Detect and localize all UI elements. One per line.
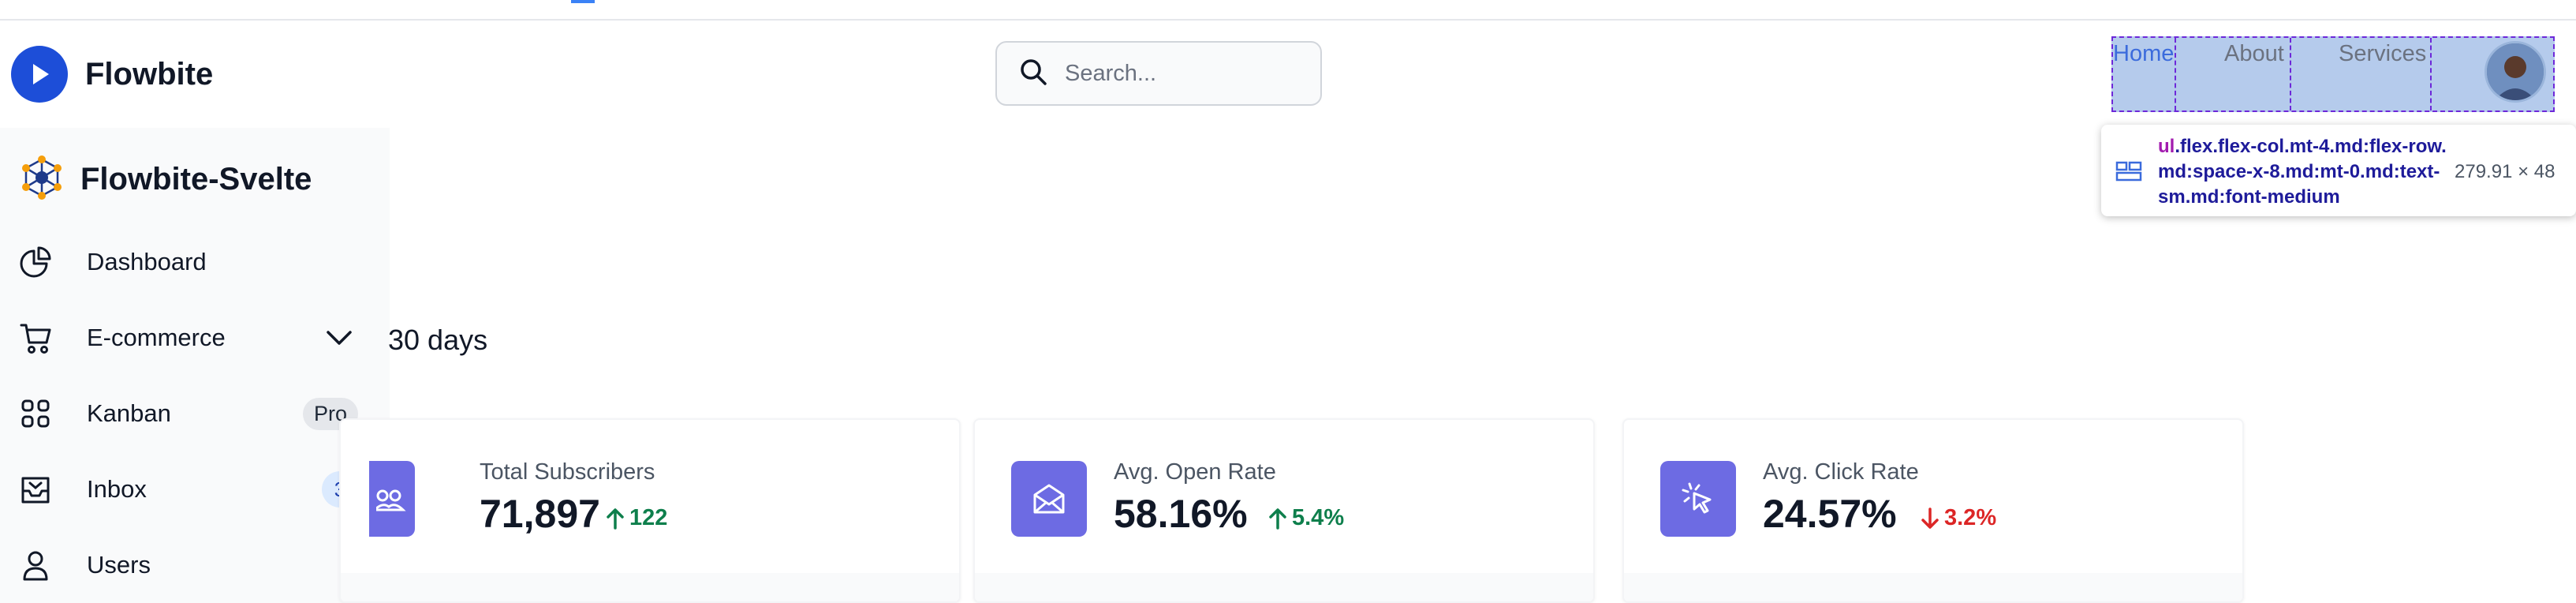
sidebar-brand-name: Flowbite-Svelte bbox=[80, 162, 312, 197]
sidebar-item-label: E-commerce bbox=[87, 324, 226, 351]
chart-pie-icon bbox=[16, 242, 55, 282]
sidebar-item-label: Dashboard bbox=[87, 248, 207, 275]
user-icon bbox=[16, 545, 55, 585]
sidebar-brand[interactable]: Flowbite-Svelte bbox=[19, 155, 312, 204]
stat-delta-value: 122 bbox=[629, 505, 668, 530]
stat-delta: 122 bbox=[606, 505, 667, 531]
nav-link-services[interactable]: Services bbox=[2339, 41, 2426, 67]
user-avatar[interactable] bbox=[2485, 41, 2546, 103]
sidebar-item-label: Users bbox=[87, 551, 151, 579]
section-heading: 30 days bbox=[388, 324, 488, 356]
element-tag: ul bbox=[2158, 136, 2175, 157]
cursor-click-icon bbox=[1660, 461, 1736, 537]
stat-delta: 3.2% bbox=[1921, 505, 1996, 531]
devtools-inspect-tooltip: ul.flex.flex-col.mt-4.md:flex-row.md:spa… bbox=[2101, 125, 2576, 216]
sidebar-item-inbox[interactable]: Inbox 3 bbox=[16, 458, 363, 521]
sidebar-item-dashboard[interactable]: Dashboard bbox=[16, 230, 363, 294]
stat-card-open-rate: Avg. Open Rate 58.16% 5.4% bbox=[973, 418, 1595, 603]
flowbite-svelte-logo-icon bbox=[19, 155, 65, 204]
stat-delta-value: 3.2% bbox=[1944, 505, 1997, 530]
search-icon bbox=[1017, 56, 1049, 92]
sidebar-item-label: Inbox bbox=[87, 475, 147, 503]
browser-top-divider bbox=[0, 0, 2576, 21]
brand-name: Flowbite bbox=[85, 56, 214, 92]
arrow-up-icon bbox=[1269, 507, 1286, 530]
sidebar-item-users[interactable]: Users bbox=[16, 534, 363, 597]
sidebar-item-ecommerce[interactable]: E-commerce bbox=[16, 306, 363, 369]
stat-title: Avg. Click Rate bbox=[1763, 459, 1919, 485]
card-footer bbox=[975, 573, 1593, 601]
avatar-image bbox=[2487, 43, 2544, 100]
stat-value: 71,897 bbox=[480, 492, 600, 536]
flowbite-logo-icon bbox=[11, 46, 68, 103]
arrow-down-icon bbox=[1921, 507, 1939, 529]
stat-value: 24.57% bbox=[1763, 492, 1897, 536]
search-input[interactable] bbox=[1063, 59, 1303, 88]
stat-delta: 5.4% bbox=[1268, 505, 1344, 531]
stat-title: Avg. Open Rate bbox=[1114, 459, 1276, 485]
top-indicator bbox=[571, 0, 595, 3]
stat-card-subscribers: Total Subscribers 71,897 122 bbox=[339, 418, 961, 603]
stat-card-click-rate: Avg. Click Rate 24.57% 3.2% bbox=[1622, 418, 2244, 603]
sidebar-item-kanban[interactable]: Kanban Pro bbox=[16, 382, 363, 445]
envelope-open-icon bbox=[1011, 461, 1087, 537]
stat-value: 58.16% bbox=[1114, 492, 1248, 536]
element-dimensions: 279.91 × 48 bbox=[2455, 161, 2555, 182]
cart-icon bbox=[16, 318, 55, 358]
grid-icon bbox=[16, 394, 55, 433]
stat-delta-value: 5.4% bbox=[1292, 505, 1345, 530]
card-footer bbox=[341, 573, 959, 601]
chevron-down-icon[interactable] bbox=[323, 322, 355, 358]
navbar-brand[interactable]: Flowbite bbox=[11, 19, 213, 129]
nav-link-about[interactable]: About bbox=[2224, 41, 2284, 67]
stat-title: Total Subscribers bbox=[480, 459, 655, 485]
users-icon bbox=[369, 461, 415, 537]
nav-link-home[interactable]: Home bbox=[2113, 41, 2174, 67]
flex-layout-icon bbox=[2115, 161, 2142, 185]
element-selector: ul.flex.flex-col.mt-4.md:flex-row.md:spa… bbox=[2158, 134, 2447, 210]
sidebar-item-label: Kanban bbox=[87, 399, 171, 427]
sidebar: Flowbite-Svelte Dashboard E-commerce Kan… bbox=[0, 128, 390, 603]
arrow-up-icon bbox=[607, 507, 624, 530]
search-box[interactable] bbox=[995, 41, 1322, 106]
element-classes: .flex.flex-col.mt-4.md:flex-row.md:space… bbox=[2158, 136, 2447, 208]
card-footer bbox=[1624, 573, 2242, 601]
inbox-icon bbox=[16, 470, 55, 509]
